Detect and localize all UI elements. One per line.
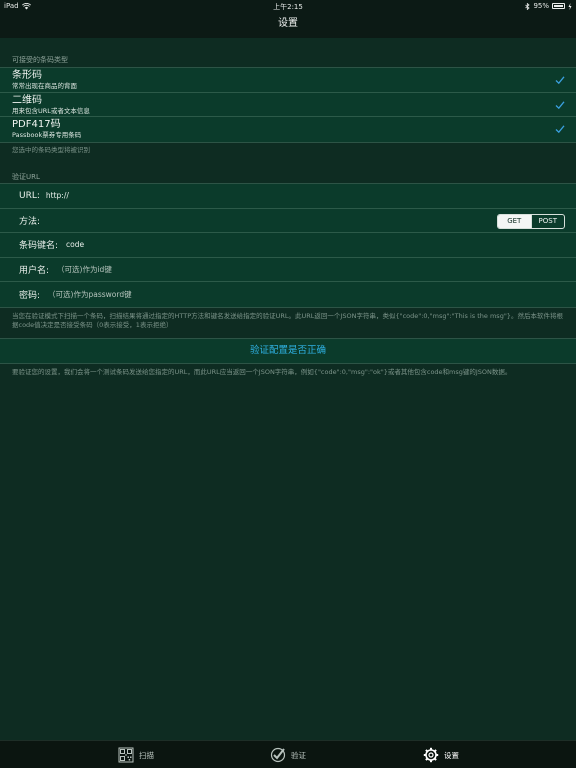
verify-config-button[interactable]: 验证配置是否正确 — [0, 338, 576, 364]
tab-verify[interactable]: 验证 — [270, 745, 306, 765]
barcode-type-group: 条形码 常常出现在商品的背面 二维码 用来包含URL或者文本信息 PDF417码… — [0, 67, 576, 144]
url-input[interactable]: http:// — [46, 191, 69, 200]
page-title: 设置 — [278, 18, 298, 29]
url-section-header: 验证URL — [12, 173, 40, 181]
checkmark-icon — [555, 125, 565, 134]
navigation-bar: 设置 — [0, 12, 576, 38]
barcode-type-row-qrcode[interactable]: 二维码 用来包含URL或者文本信息 — [0, 92, 576, 118]
password-label: 密码: — [19, 291, 41, 302]
status-time: 上午2:15 — [273, 3, 303, 11]
barcode-type-title: 条形码 — [12, 70, 42, 81]
barcode-type-subtitle: 常常出现在商品的背面 — [12, 82, 77, 90]
username-label: 用户名: — [19, 266, 50, 277]
charging-icon — [568, 2, 572, 10]
verify-check-icon — [270, 747, 286, 763]
url-row[interactable]: URL: http:// — [0, 184, 576, 209]
password-input[interactable]: （可选)作为password键 — [48, 289, 132, 300]
qr-code-icon — [118, 747, 134, 763]
tab-label: 设置 — [444, 750, 459, 760]
gear-icon — [423, 747, 439, 763]
tab-settings[interactable]: 设置 — [423, 745, 459, 765]
tab-label: 扫描 — [139, 750, 154, 760]
checkmark-icon — [555, 76, 565, 85]
battery-percent: 95% — [533, 2, 549, 10]
barcode-key-row[interactable]: 条码键名: code — [0, 233, 576, 258]
bluetooth-icon — [525, 2, 531, 10]
verify-footer: 要验证您的设置，我们会将一个测试条码发送给您指定的URL，而此URL应当返回一个… — [12, 368, 512, 376]
barcode-key-input[interactable]: code — [66, 240, 84, 249]
url-section-footer: 当您在验证模式下扫描一个条码，扫描结果将通过指定的HTTP方法和键名发送给指定的… — [12, 312, 563, 329]
username-input[interactable]: （可选)作为id键 — [57, 264, 112, 275]
url-label: URL: — [19, 190, 40, 201]
tab-label: 验证 — [291, 750, 306, 760]
checkmark-icon — [555, 101, 565, 109]
barcode-type-row-barcode[interactable]: 条形码 常常出现在商品的背面 — [0, 68, 576, 93]
method-segmented-control: GET POST — [497, 213, 565, 229]
barcode-type-subtitle: Passbook票券专用条码 — [12, 131, 82, 140]
method-row: 方法: GET POST — [0, 208, 576, 234]
username-row[interactable]: 用户名: （可选)作为id键 — [0, 257, 576, 283]
status-bar: iPad 上午2:15 95% — [0, 0, 576, 12]
barcode-type-title: PDF417码 — [12, 119, 61, 131]
barcode-type-title: 二维码 — [12, 94, 42, 106]
barcode-section-footer: 您选中的条码类型将被识别 — [12, 146, 90, 154]
tab-bar: 扫描 验证 设置 — [0, 740, 576, 768]
barcode-type-row-pdf417[interactable]: PDF417码 Passbook票券专用条码 — [0, 117, 576, 143]
barcode-key-label: 条码键名: — [19, 241, 59, 252]
method-post-segment[interactable]: POST — [530, 214, 565, 228]
method-label: 方法: — [19, 216, 41, 227]
password-row[interactable]: 密码: （可选)作为password键 — [0, 282, 576, 307]
tab-scan[interactable]: 扫描 — [118, 745, 154, 765]
barcode-type-subtitle: 用来包含URL或者文本信息 — [12, 106, 90, 115]
barcode-section-header: 可接受的条码类型 — [12, 56, 68, 64]
method-get-segment[interactable]: GET — [498, 214, 531, 228]
url-settings-group: URL: http:// 方法: GET POST 条码键名: code 用户名… — [0, 183, 576, 308]
battery-icon — [552, 3, 565, 9]
